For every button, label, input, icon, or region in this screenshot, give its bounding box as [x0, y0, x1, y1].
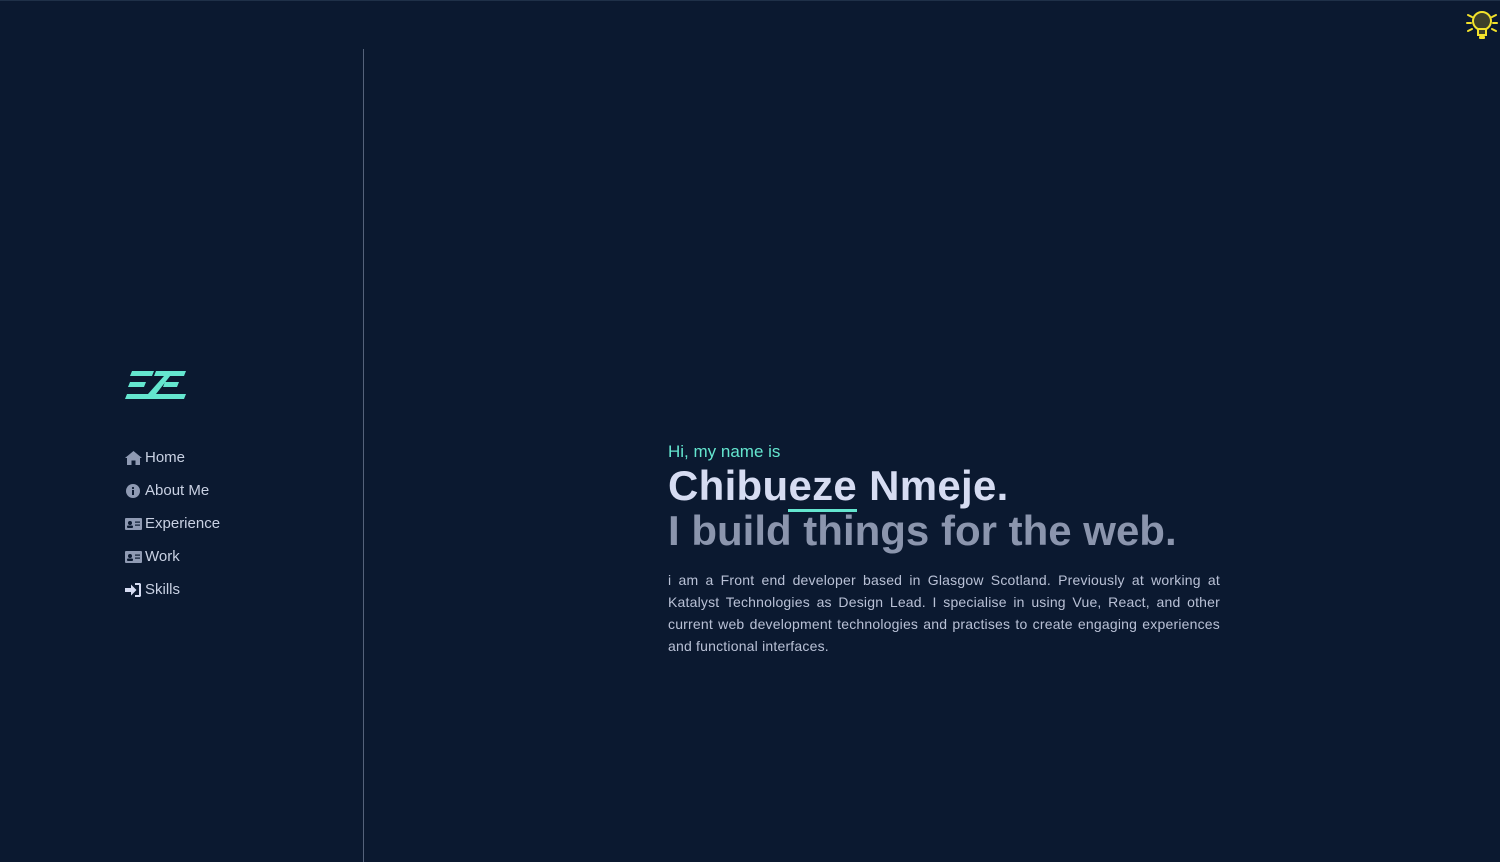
home-icon	[124, 450, 142, 466]
info-icon	[124, 483, 142, 499]
name-rest: Nmeje.	[857, 462, 1009, 509]
nav-item-label: Home	[145, 449, 186, 466]
lightbulb-icon[interactable]	[1464, 7, 1500, 43]
id-card-icon	[124, 549, 142, 565]
page: Home About Me Experience Work Skills Hi,…	[0, 0, 1500, 862]
nav-item-about-me[interactable]: About Me	[124, 474, 220, 507]
ze-logo[interactable]	[124, 369, 190, 403]
nav-item-label: Experience	[145, 515, 221, 532]
hero-section: Hi, my name is Chibueze Nmeje. I build t…	[668, 441, 1220, 657]
greeting-text: Hi, my name is	[668, 442, 781, 461]
nav-item-experience[interactable]: Experience	[124, 507, 220, 540]
nav-item-work[interactable]: Work	[124, 540, 220, 573]
id-card-icon	[124, 516, 142, 532]
nav-item-skills[interactable]: Skills	[124, 573, 220, 606]
sidebar-divider	[363, 49, 364, 862]
tagline: I build things for the web.	[668, 507, 1177, 554]
intro-paragraph: i am a Front end developer based in Glas…	[668, 572, 1220, 654]
name-heading: Chibueze Nmeje.	[668, 462, 1220, 512]
sidebar-nav: Home About Me Experience Work Skills	[124, 441, 220, 606]
sign-in-icon	[124, 582, 142, 598]
nav-item-home[interactable]: Home	[124, 441, 220, 474]
nav-item-label: Skills	[145, 581, 181, 598]
nav-item-label: Work	[145, 548, 180, 565]
nav-item-label: About Me	[145, 482, 210, 499]
name-highlight: eze	[788, 462, 858, 512]
name-first-part: Chibu	[668, 462, 789, 509]
